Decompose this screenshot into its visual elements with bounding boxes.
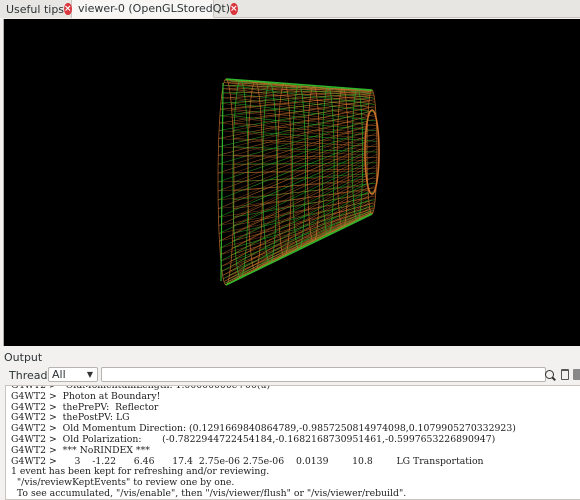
log-line: 1 event has been kept for refreshing and… xyxy=(11,466,270,477)
output-log[interactable]: G4WT2 > OldMomentumLength: 1.00000000e+0… xyxy=(5,385,580,500)
log-line: G4WT2 > Photon at Boundary! xyxy=(11,391,161,402)
tab-label: viewer-0 (OpenGLStoredQt) xyxy=(78,2,231,15)
tab-useful-tips[interactable]: Useful tips × xyxy=(0,0,72,18)
save-icon[interactable] xyxy=(573,369,580,380)
tab-label: Useful tips xyxy=(6,2,65,16)
log-line: G4WT2 > Old Momentum Direction: (0.12916… xyxy=(11,423,516,434)
output-toolbar: Threads: All ▼ xyxy=(0,366,580,384)
threads-value: All xyxy=(52,368,66,381)
tab-bar: Useful tips × viewer-0 (OpenGLStoredQt) … xyxy=(0,0,580,18)
search-icon[interactable] xyxy=(545,370,554,379)
chevron-down-icon: ▼ xyxy=(86,370,93,379)
log-line: To see accumulated, "/vis/enable", then … xyxy=(11,488,407,499)
search-input[interactable] xyxy=(101,367,546,382)
log-line: "/vis/reviewKeptEvents" to review one by… xyxy=(11,477,235,488)
log-line: G4WT2 > thePostPV: LG xyxy=(11,412,130,423)
detector-wireframe xyxy=(217,78,380,286)
trash-icon[interactable] xyxy=(561,369,569,380)
opengl-viewer[interactable] xyxy=(3,19,580,346)
close-icon[interactable]: × xyxy=(64,3,72,15)
tab-viewer-0[interactable]: viewer-0 (OpenGLStoredQt) × xyxy=(72,0,238,18)
log-line: G4WT2 > *** NoRINDEX *** xyxy=(11,445,150,456)
log-line: G4WT2 > Old Polarization: (-0.7822944722… xyxy=(11,434,496,445)
output-title: Output xyxy=(4,351,43,364)
close-icon[interactable]: × xyxy=(230,2,238,15)
threads-select[interactable]: All ▼ xyxy=(48,367,98,382)
